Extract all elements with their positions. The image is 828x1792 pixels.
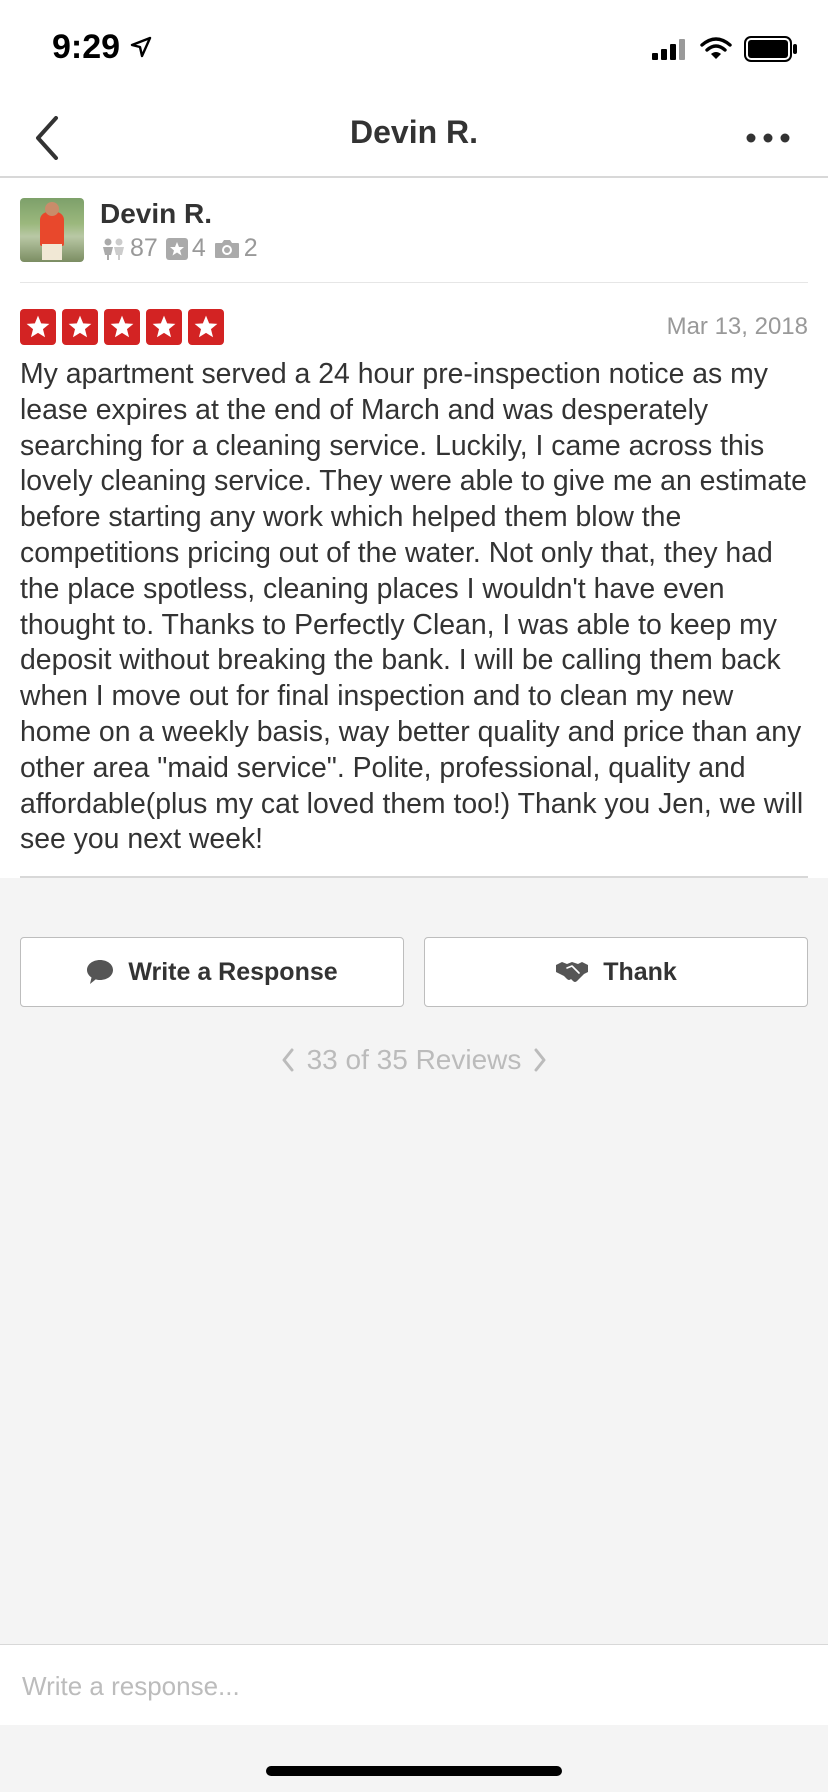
star-icon	[26, 315, 50, 338]
rating-star	[20, 309, 56, 345]
photos-stat: 2	[214, 234, 258, 263]
more-options-button[interactable]	[738, 118, 798, 158]
pager-label: 33 of 35 Reviews	[306, 1044, 522, 1075]
reviews-count: 4	[191, 234, 206, 262]
friends-count: 87	[130, 234, 158, 262]
reviews-stat: 4	[165, 234, 206, 263]
chevron-left-icon	[282, 1048, 294, 1072]
star-icon	[152, 315, 176, 338]
more-horizontal-icon	[746, 133, 790, 143]
review-pager: 33 of 35 Reviews	[0, 1044, 828, 1076]
photos-count: 2	[243, 234, 258, 262]
thank-button[interactable]: Thank	[424, 937, 808, 1007]
star-icon	[110, 315, 134, 338]
camera-icon	[214, 239, 239, 258]
home-indicator[interactable]	[266, 1766, 562, 1776]
friends-icon	[103, 238, 124, 260]
rating-star	[146, 309, 182, 345]
review-actions: Write a Response Thank	[20, 937, 808, 1007]
cellular-signal-icon	[652, 39, 685, 60]
star-icon	[68, 315, 92, 338]
user-header[interactable]: Devin R. 87 4 2	[20, 178, 808, 283]
status-time: 9:29	[52, 28, 121, 66]
thank-label: Thank	[603, 957, 677, 986]
nav-bar: Devin R.	[0, 100, 828, 178]
review-date: Mar 13, 2018	[666, 313, 808, 340]
location-arrow-icon	[130, 36, 152, 58]
rating-star	[62, 309, 98, 345]
status-icons	[652, 36, 798, 62]
user-stats: 87 4 2	[100, 234, 266, 263]
response-composer	[0, 1644, 828, 1725]
star-square-icon	[165, 237, 188, 260]
review-card: Devin R. 87 4 2 Mar 13, 2018 My apartmen…	[0, 178, 828, 879]
page-title: Devin R.	[349, 114, 479, 150]
user-name[interactable]: Devin R.	[100, 198, 212, 230]
rating-star	[104, 309, 140, 345]
write-response-label: Write a Response	[128, 957, 338, 986]
next-review-button[interactable]	[533, 1048, 547, 1072]
rating-star	[188, 309, 224, 345]
wifi-icon	[700, 37, 732, 59]
chevron-right-icon	[534, 1048, 546, 1072]
previous-review-button[interactable]	[281, 1048, 295, 1072]
star-rating	[20, 309, 224, 345]
speech-bubble-icon	[87, 960, 114, 984]
friends-stat: 87	[100, 234, 158, 263]
battery-icon	[744, 36, 797, 62]
avatar[interactable]	[20, 198, 84, 262]
star-icon	[194, 315, 218, 338]
handshake-icon	[556, 962, 589, 982]
write-response-button[interactable]: Write a Response	[20, 937, 404, 1007]
response-input[interactable]	[20, 1663, 804, 1709]
status-bar: 9:29	[0, 0, 828, 100]
rating-row: Mar 13, 2018	[20, 283, 808, 345]
review-body: My apartment served a 24 hour pre-inspec…	[20, 357, 808, 879]
